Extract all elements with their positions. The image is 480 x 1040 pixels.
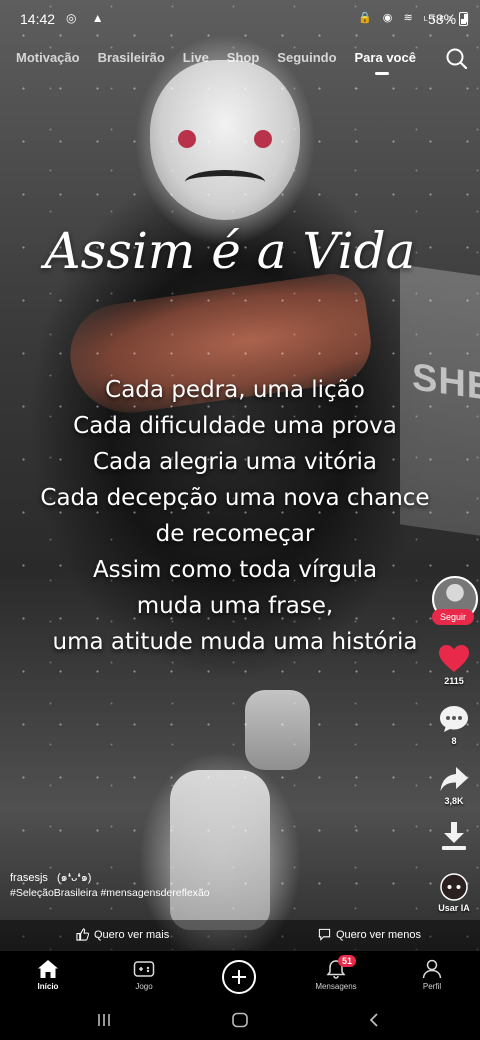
tab-live[interactable]: Live [183,50,209,72]
author-emoticon: (๑❛ᴗ❛๑) [56,872,92,884]
mask-moustache [185,170,265,194]
nav-home[interactable]: Início [18,959,78,991]
ai-face-icon [440,873,468,901]
system-navigation-bar [0,1000,480,1040]
nav-games-label: Jogo [135,982,153,991]
messages-badge: 51 [338,955,357,967]
want-more-label: Quero ver mais [94,928,170,941]
tab-brasileirao[interactable]: Brasileirão [98,50,165,72]
feed-tabs: Motivação Brasileirão Live Shop Seguindo… [16,50,416,75]
nav-home-label: Início [37,982,59,991]
feedback-bar: Quero ver mais Quero ver menos [0,920,480,950]
heart-icon [439,645,469,672]
video-hashtags[interactable]: #SeleçãoBrasileira #mensagensdereflexão [10,887,210,899]
sneaker [170,770,270,930]
nav-messages[interactable]: 51 Mensagens [306,955,366,991]
video-caption-text: Cada pedra, uma lição Cada dificuldade u… [0,372,470,660]
mask-cheek [254,130,272,148]
nav-profile[interactable]: Perfil [402,959,462,991]
recent-apps-icon[interactable] [96,1012,112,1028]
location-icon: ◉ [382,12,397,24]
caption-line: Cada pedra, uma lição [105,377,365,403]
share-button[interactable]: 3,8K [430,764,478,806]
home-icon [38,960,58,978]
download-button[interactable] [430,820,478,854]
guy-fawkes-mask [150,60,300,220]
flag-comment-icon [318,928,331,941]
sneaker [245,690,310,770]
comment-count: 8 [451,736,457,746]
follow-button[interactable]: Seguir [432,609,474,625]
comment-icon [440,706,468,732]
search-icon [446,48,468,70]
battery: 58% [428,11,469,27]
caption-line: uma atitude muda uma história [52,629,418,655]
like-count: 2115 [444,676,464,686]
comment-button[interactable]: 8 [430,704,478,746]
caption-line: Cada alegria uma vitória [92,449,378,475]
bottom-navigation: Início Jogo 51 Mensagens Perfil [0,950,480,1001]
caption-line: Assim como toda vírgula [92,557,378,583]
thumbs-up-icon [76,928,89,941]
caption-line: Cada decepção uma nova chance [40,485,430,511]
caption-line: Cada dificuldade uma prova [73,413,397,439]
create-post-button[interactable] [222,960,256,994]
nav-profile-label: Perfil [422,982,442,991]
caption-line: de recomeçar [155,521,315,547]
tab-motivacao[interactable]: Motivação [16,50,80,72]
share-arrow-icon [440,767,468,791]
game-controller-icon [133,961,155,977]
ai-label: Usar IA [438,903,470,913]
search-button[interactable] [444,46,470,72]
want-more-button[interactable]: Quero ver mais [76,928,169,941]
share-count: 3,8K [444,796,464,806]
status-time: 14:42 [20,11,56,27]
screen: SHEE 14:42 ◎ ▲ 🔒 ◉ ≋ LTE1 ▮ 58% Motivaçã… [0,0,480,1040]
status-bar: 14:42 ◎ ▲ 🔒 ◉ ≋ LTE1 ▮ 58% [0,0,480,38]
mask-cheek [178,130,196,148]
nav-messages-label: Mensagens [315,982,357,991]
wifi-icon: ≋ [403,12,417,24]
author-line[interactable]: frasesjs (๑❛ᴗ❛๑) [10,868,91,886]
want-less-button[interactable]: Quero ver menos [318,928,421,941]
download-icon [442,822,466,850]
home-pill-icon[interactable] [231,1012,249,1028]
caption-line: muda uma frase, [136,593,334,619]
tab-seguindo[interactable]: Seguindo [277,50,336,72]
want-less-label: Quero ver menos [336,928,421,941]
author-username[interactable]: frasesjs [10,872,48,884]
battery-level: 58% [428,11,457,27]
like-button[interactable]: 2115 [430,644,478,686]
notification-icons: ◎ ▲ [66,11,110,25]
tab-para-voce[interactable]: Para você [355,50,416,75]
battery-icon [459,12,469,26]
nav-games[interactable]: Jogo [114,959,174,991]
tab-shop[interactable]: Shop [227,50,260,72]
back-icon[interactable] [367,1012,381,1028]
person-icon [422,959,442,979]
video-title: Assim é a Vida [44,222,416,280]
ai-effect-button[interactable]: Usar IA [430,873,478,913]
lock-icon: 🔒 [358,12,376,24]
